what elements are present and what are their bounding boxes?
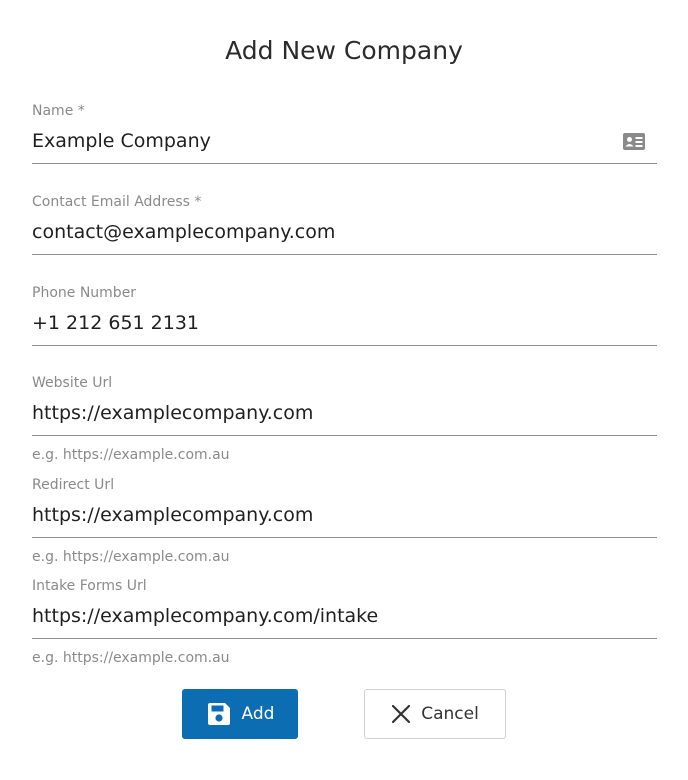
redirect-url-input[interactable] bbox=[32, 498, 612, 532]
email-input[interactable] bbox=[32, 215, 612, 249]
email-field: Contact Email Address * bbox=[32, 193, 657, 255]
website-url-label: Website Url bbox=[32, 375, 113, 391]
phone-label: Phone Number bbox=[32, 285, 137, 301]
intake-forms-url-hint: e.g. https://example.com.au bbox=[32, 650, 230, 666]
name-label: Name * bbox=[32, 103, 85, 119]
cancel-button[interactable]: Cancel bbox=[364, 689, 506, 739]
redirect-url-field: Redirect Url e.g. https://example.com.au bbox=[32, 476, 657, 566]
email-input-row bbox=[32, 211, 657, 255]
cancel-button-label: Cancel bbox=[421, 704, 479, 724]
phone-field: Phone Number bbox=[32, 284, 657, 346]
redirect-url-label: Redirect Url bbox=[32, 477, 115, 493]
add-button[interactable]: Add bbox=[182, 689, 298, 739]
name-field: Name * bbox=[32, 102, 657, 164]
dialog-title: Add New Company bbox=[225, 36, 463, 65]
email-label: Contact Email Address * bbox=[32, 194, 202, 210]
contact-card-icon bbox=[623, 133, 645, 150]
name-input-row bbox=[32, 120, 657, 164]
save-floppy-icon bbox=[207, 703, 230, 725]
phone-input[interactable] bbox=[32, 306, 612, 340]
phone-input-row bbox=[32, 302, 657, 346]
intake-forms-url-field: Intake Forms Url e.g. https://example.co… bbox=[32, 577, 657, 667]
add-button-label: Add bbox=[241, 704, 275, 724]
close-x-icon bbox=[392, 704, 411, 724]
website-url-input[interactable] bbox=[32, 396, 612, 430]
intake-forms-url-input[interactable] bbox=[32, 599, 612, 633]
website-url-input-row bbox=[32, 392, 657, 436]
website-url-hint: e.g. https://example.com.au bbox=[32, 447, 230, 463]
intake-forms-url-label: Intake Forms Url bbox=[32, 578, 147, 594]
redirect-url-input-row bbox=[32, 494, 657, 538]
website-url-field: Website Url e.g. https://example.com.au bbox=[32, 374, 657, 464]
redirect-url-hint: e.g. https://example.com.au bbox=[32, 549, 230, 565]
intake-forms-url-input-row bbox=[32, 595, 657, 639]
name-input[interactable] bbox=[32, 124, 612, 158]
